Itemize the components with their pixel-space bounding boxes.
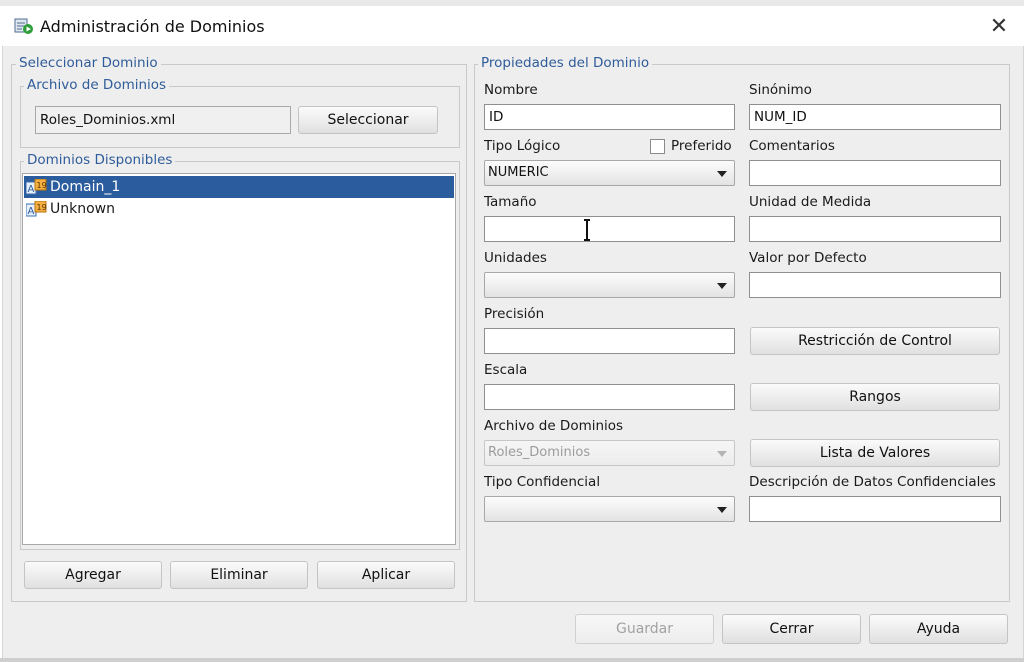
domain-icon: A 19: [26, 179, 47, 195]
domain-file-label: Archivo de Dominios: [484, 418, 624, 434]
units-select[interactable]: [484, 272, 735, 298]
list-item-unknown[interactable]: A 19 Unknown: [24, 198, 454, 220]
default-value-field[interactable]: [749, 272, 1001, 298]
comments-field[interactable]: [749, 160, 1001, 186]
svg-text:19: 19: [37, 203, 47, 212]
domain-admin-icon: [14, 18, 33, 34]
value-list-button[interactable]: Lista de Valores: [750, 439, 1000, 467]
scale-label: Escala: [484, 362, 528, 378]
chevron-down-icon: [717, 283, 727, 289]
list-item-domain-1[interactable]: A 19 Domain_1: [24, 176, 454, 198]
size-field[interactable]: [484, 216, 735, 242]
preferred-checkbox[interactable]: [650, 139, 665, 154]
save-button[interactable]: Guardar: [575, 614, 714, 644]
sensitive-type-select[interactable]: [484, 496, 735, 522]
name-label: Nombre: [484, 82, 538, 98]
add-button[interactable]: Agregar: [24, 561, 162, 589]
sensitive-type-label: Tipo Confidencial: [484, 474, 601, 490]
comments-label: Comentarios: [749, 138, 835, 154]
text-cursor-icon: [584, 219, 590, 241]
ranges-button[interactable]: Rangos: [750, 383, 1000, 411]
title-bar: Administración de Dominios ✕: [0, 6, 1024, 46]
window-title: Administración de Dominios: [40, 17, 265, 36]
apply-button[interactable]: Aplicar: [317, 561, 455, 589]
domain-file-value: Roles_Dominios: [488, 445, 591, 460]
synonym-label: Sinónimo: [749, 82, 812, 98]
default-value-label: Valor por Defecto: [749, 250, 867, 266]
svg-text:A: A: [28, 206, 35, 217]
domain-icon: A 19: [26, 201, 47, 217]
precision-field[interactable]: [484, 328, 735, 354]
chevron-down-icon: [717, 171, 727, 177]
close-button[interactable]: Cerrar: [722, 614, 861, 644]
svg-text:19: 19: [37, 181, 47, 190]
logical-type-select[interactable]: NUMERIC: [484, 160, 735, 186]
unit-of-measure-field[interactable]: [749, 216, 1001, 242]
synonym-field[interactable]: NUM_ID: [749, 104, 1001, 130]
domain-file-field: Roles_Dominios.xml: [35, 106, 291, 134]
logical-type-value: NUMERIC: [488, 165, 549, 180]
name-field[interactable]: ID: [484, 104, 735, 130]
available-domains-list[interactable]: A 19 Domain_1 A 19 Unknown: [22, 173, 456, 545]
domain-file-select: Roles_Dominios: [484, 440, 735, 466]
preferred-label: Preferido: [671, 138, 732, 154]
help-button[interactable]: Ayuda: [869, 614, 1008, 644]
check-constraint-button[interactable]: Restricción de Control: [750, 327, 1000, 355]
units-label: Unidades: [484, 250, 547, 266]
size-label: Tamaño: [484, 194, 537, 210]
list-item-label: Domain_1: [50, 179, 121, 195]
scale-field[interactable]: [484, 384, 735, 410]
logical-type-label: Tipo Lógico: [484, 138, 561, 154]
svg-text:A: A: [28, 184, 35, 195]
select-file-button[interactable]: Seleccionar: [298, 106, 438, 134]
list-item-label: Unknown: [50, 201, 115, 217]
close-icon[interactable]: ✕: [986, 14, 1012, 40]
available-domains-legend: Dominios Disponibles: [24, 152, 176, 168]
domain-properties-legend: Propiedades del Dominio: [478, 55, 653, 71]
chevron-down-icon: [717, 507, 727, 513]
select-domain-legend: Seleccionar Dominio: [16, 55, 161, 71]
delete-button[interactable]: Eliminar: [170, 561, 308, 589]
chevron-down-icon: [717, 451, 727, 457]
unit-of-measure-label: Unidad de Medida: [749, 194, 872, 210]
domain-file-legend: Archivo de Dominios: [24, 77, 170, 93]
precision-label: Precisión: [484, 306, 545, 322]
background-strip-bottom: [0, 658, 1024, 662]
sensitive-desc-field[interactable]: [749, 496, 1001, 522]
sensitive-desc-label: Descripción de Datos Confidenciales: [749, 474, 996, 490]
